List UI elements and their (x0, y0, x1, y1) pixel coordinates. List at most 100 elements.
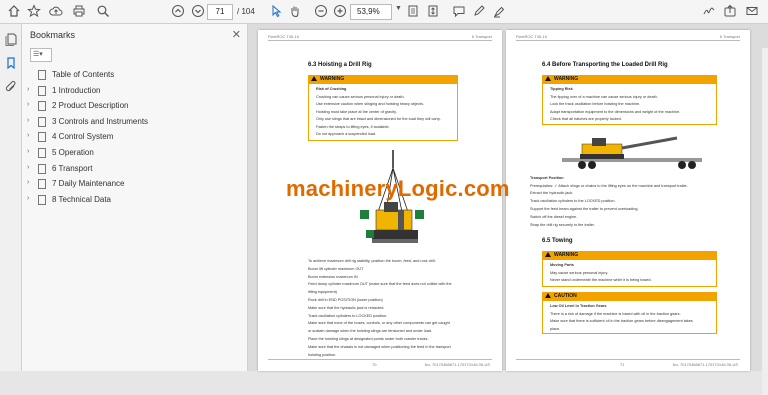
bookmark-label: 2 Product Description (52, 101, 129, 111)
text-line: Boom lift cylinder maximum OUT (308, 266, 364, 271)
bookmark-options-button[interactable]: ☰▾ (30, 48, 52, 62)
bookmark-page-icon (38, 147, 46, 158)
fit-page-icon[interactable] (405, 4, 421, 20)
chevron-right-icon[interactable]: › (27, 101, 29, 108)
chevron-right-icon[interactable]: › (27, 117, 29, 124)
hand-icon[interactable] (287, 4, 303, 20)
section-title: 6.3 Hoisting a Drill Rig (308, 62, 372, 68)
bookmark-label: 4 Control System (52, 132, 114, 142)
vertical-scrollbar[interactable] (762, 48, 768, 395)
watermark: machineryLogic.com (286, 176, 510, 201)
bookmark-label: 3 Controls and Instruments (52, 116, 149, 126)
bookmark-page-icon (38, 116, 46, 127)
chevron-right-icon[interactable]: › (27, 148, 29, 155)
star-icon[interactable] (26, 4, 42, 20)
zoom-out-icon[interactable] (313, 4, 329, 20)
page-down-icon[interactable] (190, 4, 206, 20)
text-line: place. (550, 326, 561, 331)
bookmark-item[interactable]: Table of Contents (22, 68, 248, 84)
text-line: Moving Parts (550, 263, 574, 267)
page-thumbnails-icon[interactable] (4, 32, 18, 46)
panel-title: Bookmarks (30, 30, 76, 40)
text-line: hoisting position. (308, 352, 337, 357)
chevron-right-icon[interactable]: › (27, 195, 29, 202)
warning-icon (545, 76, 551, 81)
bookmark-item[interactable]: › 2 Product Description (22, 99, 248, 115)
page-number-input[interactable]: 71 (207, 4, 233, 20)
chevron-right-icon[interactable]: › (27, 179, 29, 186)
sign-icon[interactable] (701, 4, 717, 20)
bookmark-icon[interactable] (4, 56, 18, 70)
mail-icon[interactable] (744, 4, 760, 20)
running-header-right: 6 Transport (471, 34, 492, 39)
share-icon[interactable] (722, 4, 738, 20)
caution-banner: CAUTION (542, 292, 717, 300)
zoom-level-input[interactable]: 53,9% (350, 4, 392, 20)
print-icon[interactable] (71, 4, 87, 20)
text-line: Use extensive caution when slinging and … (316, 102, 425, 106)
bookmark-item[interactable]: › 4 Control System (22, 130, 248, 146)
page-total: / 104 (237, 7, 255, 16)
text-line: Low Oil Level in Traction Gears (550, 304, 607, 308)
text-line: To achieve maximum drill rig stability, … (308, 259, 436, 263)
warning-banner: WARNING (542, 75, 717, 83)
bookmark-item[interactable]: › 1 Introduction (22, 84, 248, 100)
page-up-icon[interactable] (170, 4, 186, 20)
text-line: or sustain damage when the hoisting slin… (308, 329, 433, 334)
bookmark-page-icon (38, 179, 46, 190)
bookmark-item[interactable]: › 6 Transport (22, 162, 248, 178)
footer-rule (268, 359, 492, 360)
bookmark-item[interactable]: › 5 Operation (22, 146, 248, 162)
scroll-mode-icon[interactable] (425, 4, 441, 20)
page-number: 71 (620, 362, 625, 367)
bookmark-page-icon (38, 194, 46, 205)
bookmark-item[interactable]: › 3 Controls and Instruments (22, 115, 248, 131)
section-title-towing: 6.5 Towing (542, 238, 573, 244)
text-line: Strap the drill rig securely to the trai… (530, 223, 595, 227)
highlight-icon[interactable] (491, 4, 507, 20)
text-line: Make sure that the hydraulic jack is ret… (308, 305, 385, 310)
chevron-right-icon[interactable]: › (27, 164, 29, 171)
bookmark-page-icon (38, 132, 46, 143)
zoom-in-icon[interactable] (332, 4, 348, 20)
text-line: Track oscillation cylinders to LOCKED po… (308, 313, 388, 318)
home-icon[interactable] (6, 4, 22, 20)
text-line: Adapt transportation equipment to the di… (550, 109, 681, 114)
section-title: 6.4 Before Transporting the Loaded Drill… (542, 62, 668, 68)
warning-label: WARNING (554, 76, 579, 82)
transport-heading: Transport Position (530, 176, 564, 180)
search-icon[interactable] (95, 4, 111, 20)
footer-rule (516, 359, 740, 360)
warning-label: WARNING (320, 76, 345, 82)
attachment-icon[interactable] (4, 80, 18, 94)
comment-icon[interactable] (451, 4, 467, 20)
bookmarks-panel: Bookmarks ✕ ☰▾ Table of Contents › 1 Intro… (22, 24, 248, 371)
text-line: Make sure that there is sufficient oil i… (550, 319, 693, 323)
bookmark-label: 7 Daily Maintenance (52, 179, 125, 189)
hoisting-illustration (360, 150, 424, 243)
chevron-right-icon[interactable]: › (27, 132, 29, 139)
transport-illustration (562, 136, 702, 169)
close-icon[interactable]: ✕ (232, 28, 241, 41)
chevron-right-icon[interactable]: › (27, 86, 29, 93)
text-line: Support the feed beam against the traile… (530, 207, 639, 211)
text-line: Never stand underneath the machine while… (550, 278, 652, 282)
text-line: Check that all hatches are properly lock… (550, 117, 622, 121)
text-line: The tipping over of a machine can cause … (550, 94, 658, 99)
pen-icon[interactable] (471, 4, 487, 20)
text-line: Extract the hydraulic jack. (530, 191, 574, 195)
pointer-icon[interactable] (268, 4, 284, 20)
text-line: Crushing can cause serious personal inju… (316, 94, 405, 99)
bookmark-label: Table of Contents (52, 70, 115, 79)
bookmark-label: 8 Technical Data (52, 194, 111, 204)
bookmark-item[interactable]: › 8 Technical Data (22, 193, 248, 209)
warning-banner: WARNING (308, 75, 458, 83)
towing-warning-banner: WARNING (542, 251, 717, 259)
running-header-left: FlexiROC T45-10 (516, 34, 548, 39)
pdf-page-right: FlexiROC T45-10 6 Transport 6.4 Before T… (506, 30, 750, 371)
chevron-down-icon[interactable]: ▼ (395, 5, 402, 12)
text-line: Fasten the straps to lifting eyes, if av… (316, 124, 390, 129)
cloud-upload-icon[interactable] (48, 4, 64, 20)
bookmark-item[interactable]: › 7 Daily Maintenance (22, 177, 248, 193)
header-rule (268, 40, 492, 41)
